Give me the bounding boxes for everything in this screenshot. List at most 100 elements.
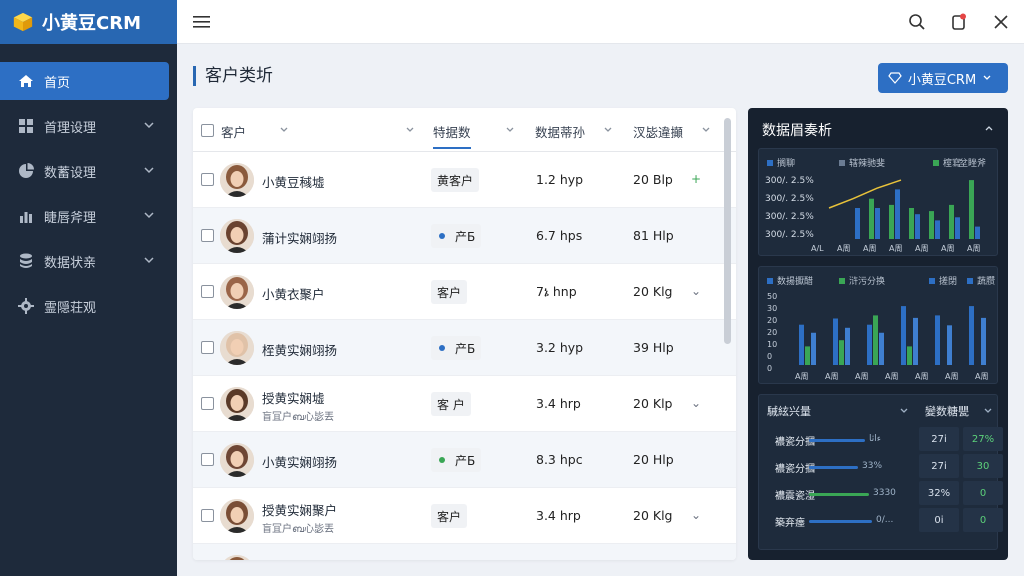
chevron-down-icon[interactable] xyxy=(505,126,515,134)
customer-name[interactable]: 蒲计实娴翊扬 xyxy=(262,228,337,247)
sidebar-item-data-settings[interactable]: 数蓄设理 xyxy=(0,152,169,190)
customer-name[interactable]: 桎黄实娴翊扬 xyxy=(262,340,337,359)
table-row[interactable]: 小黄衣聚户 客户 7ኔ hnp 20 Klg ⌄ xyxy=(193,264,736,320)
customer-subtitle: 盲冝户ബ心毖丟 xyxy=(262,524,335,535)
avatar xyxy=(220,163,254,197)
table-scrollbar[interactable] xyxy=(724,118,731,344)
kpi-cell: 30 xyxy=(963,454,1003,478)
x-tick-label: A周 xyxy=(889,244,902,253)
sidebar-item-reports[interactable]: 睫唇斧理 xyxy=(0,197,169,235)
crm-action-label: 小黄豆CRM xyxy=(907,72,977,88)
chart-bar-blue xyxy=(947,325,952,365)
sidebar-item-settings[interactable]: 霊隠荘观 xyxy=(0,287,169,325)
table-row[interactable]: 桎黄实娴翊扬 产Б 3.2 hyp 39 Hlp xyxy=(193,320,736,376)
row-checkbox[interactable] xyxy=(201,341,214,354)
chart-bar-green xyxy=(969,180,974,239)
chart-bar-blue xyxy=(879,332,884,365)
search-icon[interactable] xyxy=(908,13,926,31)
table-row[interactable]: 蒲计实娴翊扬 产Б 6.7 hps 81 Hlp xyxy=(193,208,736,264)
table-row[interactable]: 小黄豆稶墟 黄客户 1.2 hyp 20 Blp + xyxy=(193,152,736,208)
kpi-cell: 32% xyxy=(919,481,959,505)
table-row[interactable]: 小黄实娴翊扬 产Б 8.3 hpc 20 Hlp xyxy=(193,432,736,488)
table-row[interactable]: 授黄实娴墟 盲冝户ബ心毖丟 客 户 3.4 hrp 20 Klp ⌄ xyxy=(193,376,736,432)
chart-bar-blue xyxy=(875,208,880,239)
chevron-down-icon[interactable] xyxy=(899,407,909,415)
column-header-status[interactable]: 汊毖違攧 xyxy=(633,122,683,141)
customer-subtitle: 盲冝户ബ心毖丟 xyxy=(262,412,335,423)
customer-table: 客户 特据数 数据蒂孙 汊毖違攧 小黄豆稶墟 黄客户 1.2 hyp 20 Bl… xyxy=(193,108,736,560)
row-checkbox[interactable] xyxy=(201,453,214,466)
tag-badge: 客 户 xyxy=(431,392,471,416)
gear-icon xyxy=(18,298,34,314)
kpi-cell: 27i xyxy=(919,427,959,451)
chevron-down-icon[interactable] xyxy=(701,126,711,134)
chevron-down-icon[interactable] xyxy=(603,126,613,134)
kpi-value: 33% xyxy=(862,461,883,471)
kpi-cell: 27% xyxy=(963,427,1003,451)
tag-badge: 产Б xyxy=(431,224,482,248)
row-checkbox[interactable] xyxy=(201,173,214,186)
chevron-up-icon[interactable] xyxy=(984,124,994,132)
chevron-down-icon[interactable] xyxy=(983,407,993,415)
chart-bar-blue xyxy=(969,306,974,365)
kpi-left-header: 駴絃兴量 xyxy=(767,405,811,418)
x-tick-label: A周 xyxy=(795,372,808,381)
chevron-down-icon xyxy=(983,75,991,80)
data-value: 6.7 hps xyxy=(536,228,583,243)
status-value: 20 Hlp xyxy=(633,452,674,467)
column-header-data[interactable]: 数据蒂孙 xyxy=(535,122,585,141)
chart-bar-blue xyxy=(855,208,860,239)
sidebar-item-home[interactable]: 首页 xyxy=(0,62,169,100)
chart-1: 300/. 2.5% 300/. 2.5% 300/. 2.5% 300/. 2.5%… xyxy=(765,176,980,253)
x-tick-label: A周 xyxy=(975,372,988,381)
close-icon[interactable] xyxy=(992,13,1010,31)
y-tick-label: 300/. 2.5% xyxy=(765,176,814,186)
chart-bar-green xyxy=(869,198,874,239)
customer-name[interactable]: 小黄衣聚户 xyxy=(262,284,325,303)
hamburger-menu-icon[interactable] xyxy=(193,14,211,30)
avatar xyxy=(220,443,254,477)
avatar xyxy=(220,499,254,533)
add-icon[interactable]: + xyxy=(691,172,701,186)
sidebar-item-label: 数据状亲 xyxy=(44,255,97,271)
customer-name[interactable]: 授黄实娴聚户 xyxy=(262,500,337,519)
crm-action-button[interactable]: 小黄豆CRM xyxy=(878,63,1008,93)
customer-name[interactable]: 小黄实娴翊扬 xyxy=(262,452,337,471)
sidebar-item-label: 数蓄设理 xyxy=(44,165,97,181)
x-tick-label: A周 xyxy=(945,372,958,381)
data-value: 3.4 hrp xyxy=(536,508,581,523)
table-row[interactable]: 授黄实娴聚户 盲冝户ബ心毖丟 客户 3.4 hrp 20 Klg ⌄ xyxy=(193,488,736,544)
row-checkbox[interactable] xyxy=(201,509,214,522)
row-checkbox[interactable] xyxy=(201,397,214,410)
chevron-down-icon[interactable] xyxy=(405,126,415,134)
tag-badge: 产Б xyxy=(431,448,482,472)
diamond-icon xyxy=(888,72,902,84)
x-tick-label: A周 xyxy=(915,244,928,253)
chart-bar-blue xyxy=(833,318,838,365)
column-header-customer[interactable]: 客户 xyxy=(221,122,246,141)
expand-chevron-icon[interactable]: ⌄ xyxy=(691,508,701,522)
expand-chevron-icon[interactable]: ⌄ xyxy=(691,396,701,410)
x-tick-label: A周 xyxy=(967,244,980,253)
sidebar-item-data-status[interactable]: 数据状亲 xyxy=(0,242,169,280)
column-header-feature[interactable]: 特据数 xyxy=(433,122,471,149)
brand-header[interactable]: 小黄豆CRM xyxy=(0,0,177,44)
customer-name[interactable]: 小黄豆稶墟 xyxy=(262,172,325,191)
notification-icon[interactable] xyxy=(950,13,968,31)
kpi-bar xyxy=(809,493,869,496)
table-row[interactable]: 蝣婆宊CRM xyxy=(193,544,736,560)
x-tick-label: A周 xyxy=(825,372,838,381)
expand-chevron-icon[interactable]: ⌄ xyxy=(691,284,701,298)
chart-bar-blue xyxy=(901,306,906,365)
row-checkbox[interactable] xyxy=(201,285,214,298)
select-all-checkbox[interactable] xyxy=(201,124,214,137)
sidebar-item-management[interactable]: 首理设理 xyxy=(0,107,169,145)
chevron-down-icon[interactable] xyxy=(279,126,289,134)
kpi-value: ءاثا xyxy=(869,434,881,444)
kpi-card: 駴絃兴量 變数糖甖 襛瓷分摑 ءاثا 27i 27% 襛瓷分摑 33% 27i… xyxy=(758,394,1003,550)
row-checkbox[interactable] xyxy=(201,229,214,242)
customer-name[interactable]: 授黄实娴墟 xyxy=(262,388,325,407)
chart-bar-blue xyxy=(811,332,816,365)
chart-bar-blue xyxy=(895,189,900,239)
y-tick-label: 30 xyxy=(767,304,777,313)
